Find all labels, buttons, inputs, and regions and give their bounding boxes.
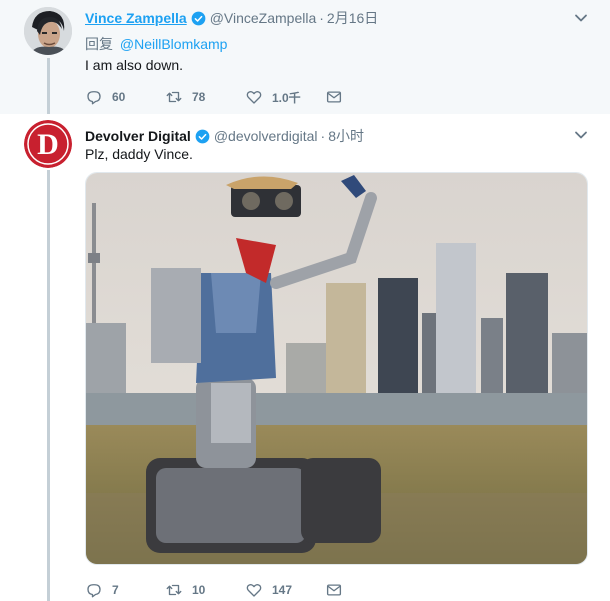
heart-icon	[246, 90, 262, 104]
tweet-vince-zampella[interactable]: Vince Zampella @VinceZampella · 2月16日 回复…	[0, 0, 610, 114]
envelope-icon	[326, 584, 342, 596]
like-button[interactable]: 1.0千	[245, 88, 325, 106]
like-button[interactable]: 147	[245, 581, 325, 599]
envelope-icon	[326, 91, 342, 103]
retweet-icon	[166, 584, 182, 596]
devolver-logo: D	[24, 120, 72, 168]
display-name[interactable]: Vince Zampella	[85, 10, 187, 26]
direct-message-button[interactable]	[325, 88, 343, 106]
avatar[interactable]: D	[24, 120, 72, 168]
tweet-actions: 7 10 147	[85, 581, 343, 599]
replying-to: 回复 @NeillBlomkamp	[85, 34, 227, 54]
reply-prefix: 回复	[85, 36, 113, 52]
like-count: 147	[272, 583, 293, 597]
tweet-actions: 60 78 1.0千	[85, 88, 343, 106]
avatar-illustration	[24, 7, 72, 55]
like-count: 1.0千	[272, 90, 301, 105]
reply-icon	[87, 584, 101, 598]
tweet-text: Plz, daddy Vince.	[85, 146, 193, 162]
separator-dot: ·	[320, 128, 326, 144]
tweet-devolver-digital[interactable]: D Devolver Digital @devolverdigital · 8小…	[0, 114, 610, 601]
chevron-down-icon[interactable]	[574, 128, 588, 142]
tweet-text: I am also down.	[85, 57, 184, 73]
thread-line	[47, 170, 50, 601]
retweet-button[interactable]: 78	[165, 88, 245, 106]
heart-icon	[246, 583, 262, 597]
separator-dot: ·	[319, 10, 324, 26]
retweet-button[interactable]: 10	[165, 581, 245, 599]
robot-photo-illustration	[86, 173, 587, 564]
avatar[interactable]	[24, 7, 72, 55]
reply-mention-link[interactable]: @NeillBlomkamp	[120, 36, 228, 52]
tweet-header: Vince Zampella @VinceZampella · 2月16日	[85, 8, 378, 28]
reply-icon	[87, 91, 101, 105]
verified-badge-icon	[191, 11, 206, 25]
retweet-count: 78	[192, 90, 206, 104]
display-name[interactable]: Devolver Digital	[85, 128, 191, 144]
user-handle[interactable]: @devolverdigital	[214, 128, 318, 144]
avatar-letter: D	[37, 128, 59, 161]
reply-count: 60	[112, 90, 126, 104]
user-handle[interactable]: @VinceZampella	[210, 10, 317, 26]
chevron-down-icon[interactable]	[574, 11, 588, 25]
retweet-icon	[166, 91, 182, 103]
thread-line	[47, 58, 50, 114]
reply-button[interactable]: 7	[85, 581, 165, 599]
verified-badge-icon	[195, 129, 210, 143]
reply-button[interactable]: 60	[85, 88, 165, 106]
direct-message-button[interactable]	[325, 581, 343, 599]
tweet-photo[interactable]	[85, 172, 588, 565]
reply-count: 7	[112, 583, 119, 597]
timestamp[interactable]: 2月16日	[327, 8, 378, 28]
timestamp[interactable]: 8小时	[328, 126, 364, 146]
retweet-count: 10	[192, 583, 206, 597]
tweet-header: Devolver Digital @devolverdigital · 8小时	[85, 126, 364, 146]
